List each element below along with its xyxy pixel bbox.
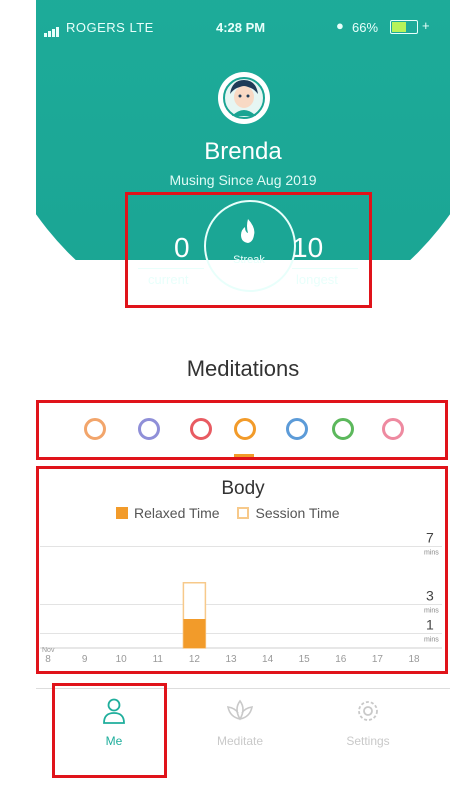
tab-settings[interactable]: Settings <box>318 697 418 748</box>
tab-meditate[interactable]: Meditate <box>190 697 290 748</box>
battery-percent: 66% <box>352 20 379 35</box>
clock: 4:28 PM <box>216 20 266 35</box>
battery-icon <box>390 20 418 34</box>
carrier-label: ROGERS LTE <box>66 20 154 35</box>
tab-meditate-label: Meditate <box>216 734 264 748</box>
highlight-box-streak <box>125 192 372 308</box>
section-title: Meditations <box>186 356 300 381</box>
signal-icon <box>44 22 60 37</box>
highlight-box-me-tab <box>52 683 167 778</box>
profile-name: Brenda <box>204 138 282 165</box>
highlight-box-chart <box>36 466 448 674</box>
lotus-icon <box>226 699 254 721</box>
highlight-box-categories <box>36 400 448 460</box>
gear-icon <box>358 701 378 721</box>
tab-settings-label: Settings <box>346 734 390 748</box>
avatar[interactable] <box>218 72 270 124</box>
charging-icon: + <box>422 18 430 33</box>
status-bar: ROGERS LTE 4:28 PM ● 66% + <box>36 0 450 56</box>
profile-subtitle: Musing Since Aug 2019 <box>169 172 317 188</box>
alarm-icon: ● <box>336 18 344 33</box>
